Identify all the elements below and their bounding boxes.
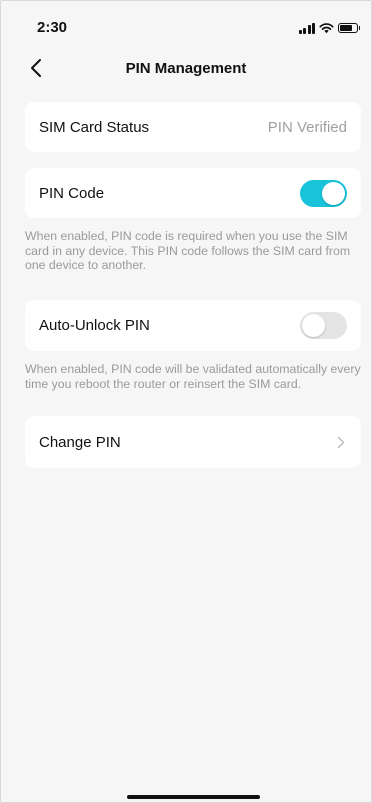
- auto-unlock-description: When enabled, PIN code will be validated…: [25, 362, 361, 391]
- status-icons: [298, 21, 360, 35]
- nav-bar: PIN Management: [0, 46, 372, 90]
- toggle-knob: [322, 181, 345, 205]
- auto-unlock-card: Auto-Unlock PIN: [25, 300, 361, 351]
- change-pin-row[interactable]: Change PIN: [25, 416, 361, 468]
- pin-code-toggle[interactable]: [300, 179, 347, 207]
- pin-code-description: When enabled, PIN code is required when …: [25, 229, 351, 272]
- sim-status-card: SIM Card Status PIN Verified: [25, 102, 361, 152]
- auto-unlock-label: Auto-Unlock PIN: [39, 317, 150, 334]
- pin-code-label: PIN Code: [39, 184, 105, 202]
- auto-unlock-toggle[interactable]: [300, 312, 347, 339]
- sim-status-label: SIM Card Status: [39, 118, 150, 136]
- toggle-knob: [302, 314, 325, 337]
- signal-icon: [298, 22, 315, 34]
- battery-icon: [338, 23, 360, 33]
- page-title: PIN Management: [125, 60, 247, 77]
- home-indicator: [127, 795, 260, 799]
- wifi-icon: [319, 23, 334, 34]
- pin-code-card: PIN Code: [25, 168, 361, 218]
- chevron-right-icon: [337, 435, 347, 449]
- change-pin-label: Change PIN: [39, 433, 121, 451]
- status-bar: 2:30: [0, 0, 372, 46]
- sim-status-value: PIN Verified: [267, 118, 347, 136]
- status-time: 2:30: [37, 19, 68, 36]
